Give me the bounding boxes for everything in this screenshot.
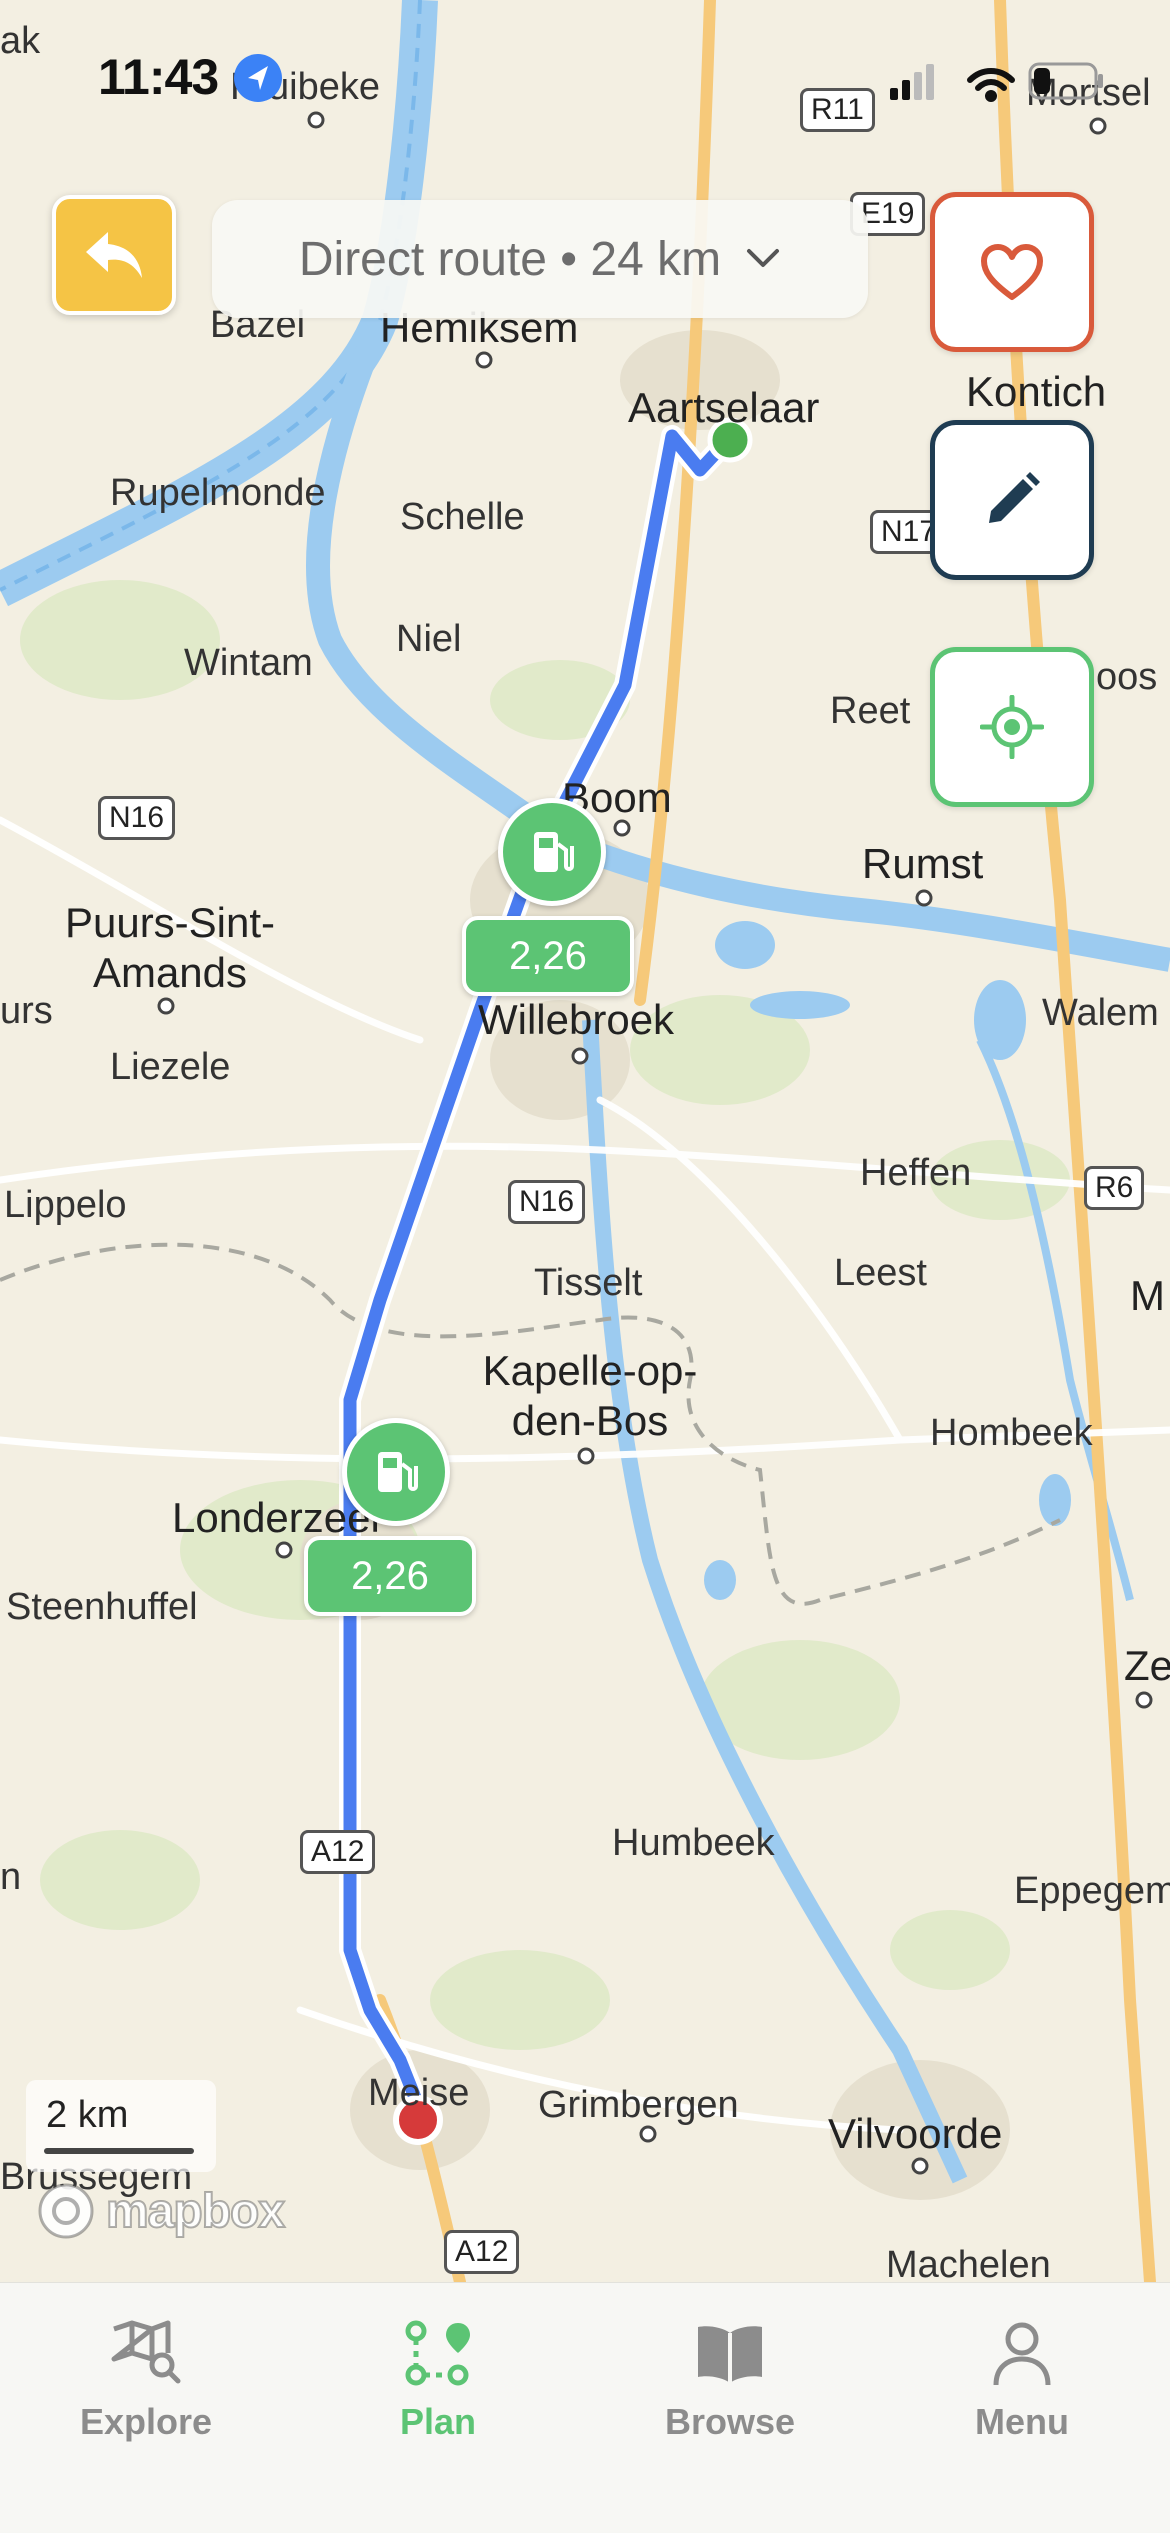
tab-browse[interactable]: Browse — [630, 2319, 830, 2443]
status-time: 11:43 — [98, 49, 219, 105]
edit-route-button[interactable] — [930, 420, 1094, 580]
place-label: Willebroek — [478, 996, 675, 1043]
signal-icon — [890, 64, 934, 100]
place-label: Lippelo — [4, 1184, 127, 1226]
fuel-station-marker[interactable] — [342, 1418, 450, 1526]
tab-label: Plan — [399, 2401, 477, 2442]
favorite-button[interactable] — [930, 192, 1094, 352]
road-shield: A12 — [300, 1830, 376, 1874]
status-indicators — [890, 62, 1103, 102]
location-arrow-icon — [234, 54, 282, 102]
scale-bar — [44, 2148, 194, 2154]
tab-bar: Explore Plan Browse Menu — [0, 2282, 1170, 2533]
place-label: Steenhuffel — [6, 1586, 198, 1628]
mapbox-wordmark: mapbox — [105, 2184, 286, 2239]
scale-label: 2 km — [46, 2094, 129, 2136]
place-label: Tisselt — [534, 1262, 643, 1304]
fuel-station-marker[interactable] — [498, 798, 606, 906]
back-arrow-icon — [86, 232, 142, 278]
place-label: urs — [0, 990, 53, 1032]
tab-label: Explore — [79, 2401, 213, 2442]
place-label: Liezele — [110, 1046, 231, 1088]
place-label: Puurs-Sint-Amands — [64, 899, 276, 996]
place-label: Heffen — [860, 1152, 972, 1194]
fuel-pump-icon — [534, 832, 574, 872]
book-icon — [698, 2326, 762, 2383]
place-label: Kapelle-op-den-Bos — [482, 1347, 698, 1444]
place-label: Hombeek — [930, 1412, 1093, 1454]
road-shield: R6 — [1084, 1166, 1145, 1210]
place-label: Rumst — [862, 840, 984, 887]
map-search-icon — [111, 2320, 181, 2384]
place-label: Walem — [1042, 992, 1159, 1034]
place-label: Vilvoorde — [828, 2110, 1003, 2157]
route-label: Direct route • 24 km — [298, 232, 722, 286]
place-label: Schelle — [400, 496, 525, 538]
route-plan-icon — [405, 2320, 470, 2386]
road-shield: R11 — [800, 88, 875, 132]
heart-icon — [981, 244, 1043, 300]
place-label: Zem — [1124, 1642, 1170, 1689]
place-label: Londerzeel — [172, 1494, 380, 1541]
place-label: n — [0, 1856, 22, 1898]
road-shield: N16 — [98, 796, 176, 840]
crosshair-icon — [980, 695, 1044, 759]
battery-icon — [1028, 62, 1103, 100]
place-label: Rupelmonde — [110, 472, 326, 514]
place-label: oos — [1096, 656, 1158, 698]
place-label: Machelen — [886, 2244, 1051, 2282]
wifi-icon — [967, 68, 1015, 102]
tab-menu[interactable]: Menu — [922, 2319, 1122, 2443]
place-label: Meise — [368, 2072, 470, 2114]
locate-me-button[interactable] — [930, 647, 1094, 807]
place-label: ak — [0, 20, 41, 62]
fuel-price-tag[interactable]: 2,26 — [462, 916, 634, 996]
route-selector[interactable]: Direct route • 24 km — [212, 200, 868, 318]
pencil-icon — [989, 472, 1040, 523]
place-label: Grimbergen — [538, 2084, 739, 2126]
tab-label: Browse — [664, 2401, 796, 2442]
place-label: Eppegem — [1014, 1870, 1170, 1912]
tab-label: Menu — [975, 2401, 1069, 2442]
fuel-price-tag[interactable]: 2,26 — [304, 1536, 476, 1616]
place-label: Aartselaar — [628, 384, 820, 431]
mapbox-icon — [38, 2183, 94, 2239]
tab-explore[interactable]: Explore — [46, 2319, 246, 2443]
place-label: Wintam — [184, 642, 313, 684]
place-label: Kontich — [966, 368, 1107, 415]
place-label: M — [1130, 1272, 1165, 1319]
tab-plan[interactable]: Plan — [338, 2319, 538, 2443]
back-button[interactable] — [52, 195, 176, 315]
road-shield: A12 — [444, 2230, 520, 2274]
fuel-pump-icon — [378, 1452, 418, 1492]
chevron-down-icon — [747, 249, 780, 267]
map-scale: 2 km — [26, 2080, 216, 2172]
person-icon — [993, 2322, 1051, 2386]
mapbox-logo[interactable]: mapbox — [36, 2182, 286, 2240]
place-label: Humbeek — [612, 1822, 775, 1864]
place-label: Niel — [396, 618, 462, 660]
place-label: Leest — [834, 1252, 927, 1294]
road-shield: N16 — [508, 1180, 586, 1224]
place-label: Reet — [830, 690, 911, 732]
